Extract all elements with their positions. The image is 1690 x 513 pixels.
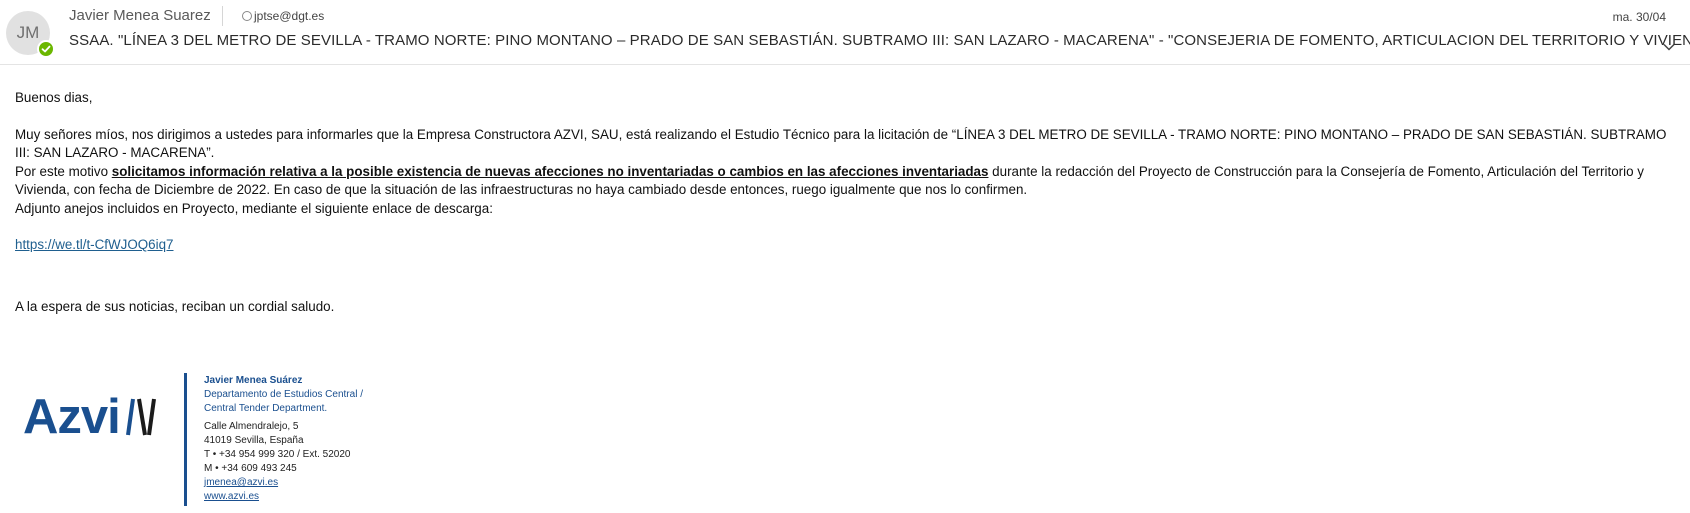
signature-dept-line-2: Central Tender Department.	[204, 403, 328, 414]
para2-emphasis: solicitamos información relativa a la po…	[111, 163, 989, 179]
download-link[interactable]: https://we.tl/t-CfWJOQ6iq7	[15, 237, 174, 252]
signature-phone: T • +34 954 999 320 / Ext. 52020	[204, 449, 351, 460]
signature-dept-line-1: Departamento de Estudios Central /	[204, 389, 363, 400]
body-paragraph-1: Muy señores míos, nos dirigimos a ustede…	[15, 126, 1667, 161]
recipient-address[interactable]: jptse@dgt.es	[254, 9, 324, 23]
signature-name: Javier Menea Suárez	[204, 375, 303, 386]
message-body: Buenos dias, Muy señores míos, nos dirig…	[15, 89, 1670, 255]
signature-website-link[interactable]: www.azvi.es	[204, 490, 363, 504]
message-date: ma. 30/04	[1612, 10, 1666, 24]
body-paragraph-3: Adjunto anejos incluidos en Proyecto, me…	[15, 200, 493, 216]
presence-unknown-icon	[242, 11, 252, 21]
signature-address-1: Calle Almendralejo, 5	[204, 421, 299, 432]
azvi-logo-text: Azvi	[23, 390, 121, 444]
message-header: JM Javier Menea Suarez jptse@dgt.es ma. …	[0, 0, 1690, 65]
signature-mobile: M • +34 609 493 245	[204, 463, 297, 474]
chevron-down-icon[interactable]	[1660, 38, 1678, 56]
signature-block: Javier Menea Suárez Departamento de Estu…	[204, 374, 363, 504]
azvi-logo-icon	[126, 397, 156, 441]
greeting: Buenos dias,	[15, 90, 93, 105]
sender-name[interactable]: Javier Menea Suarez	[69, 7, 211, 24]
signature-divider	[184, 373, 187, 506]
message-subject: SSAA. "LÍNEA 3 DEL METRO DE SEVILLA - TR…	[69, 32, 1690, 49]
signature-email-link[interactable]: jmenea@azvi.es	[204, 476, 363, 490]
presence-available-icon	[37, 40, 55, 58]
recipient[interactable]: jptse@dgt.es	[242, 9, 324, 23]
body-paragraph-2: Por este motivo solicitamos información …	[15, 163, 1670, 200]
header-divider	[222, 6, 223, 26]
closing-line: A la espera de sus noticias, reciban un …	[15, 299, 335, 314]
signature-address-2: 41019 Sevilla, España	[204, 435, 304, 446]
para2-intro: Por este motivo	[15, 163, 112, 179]
